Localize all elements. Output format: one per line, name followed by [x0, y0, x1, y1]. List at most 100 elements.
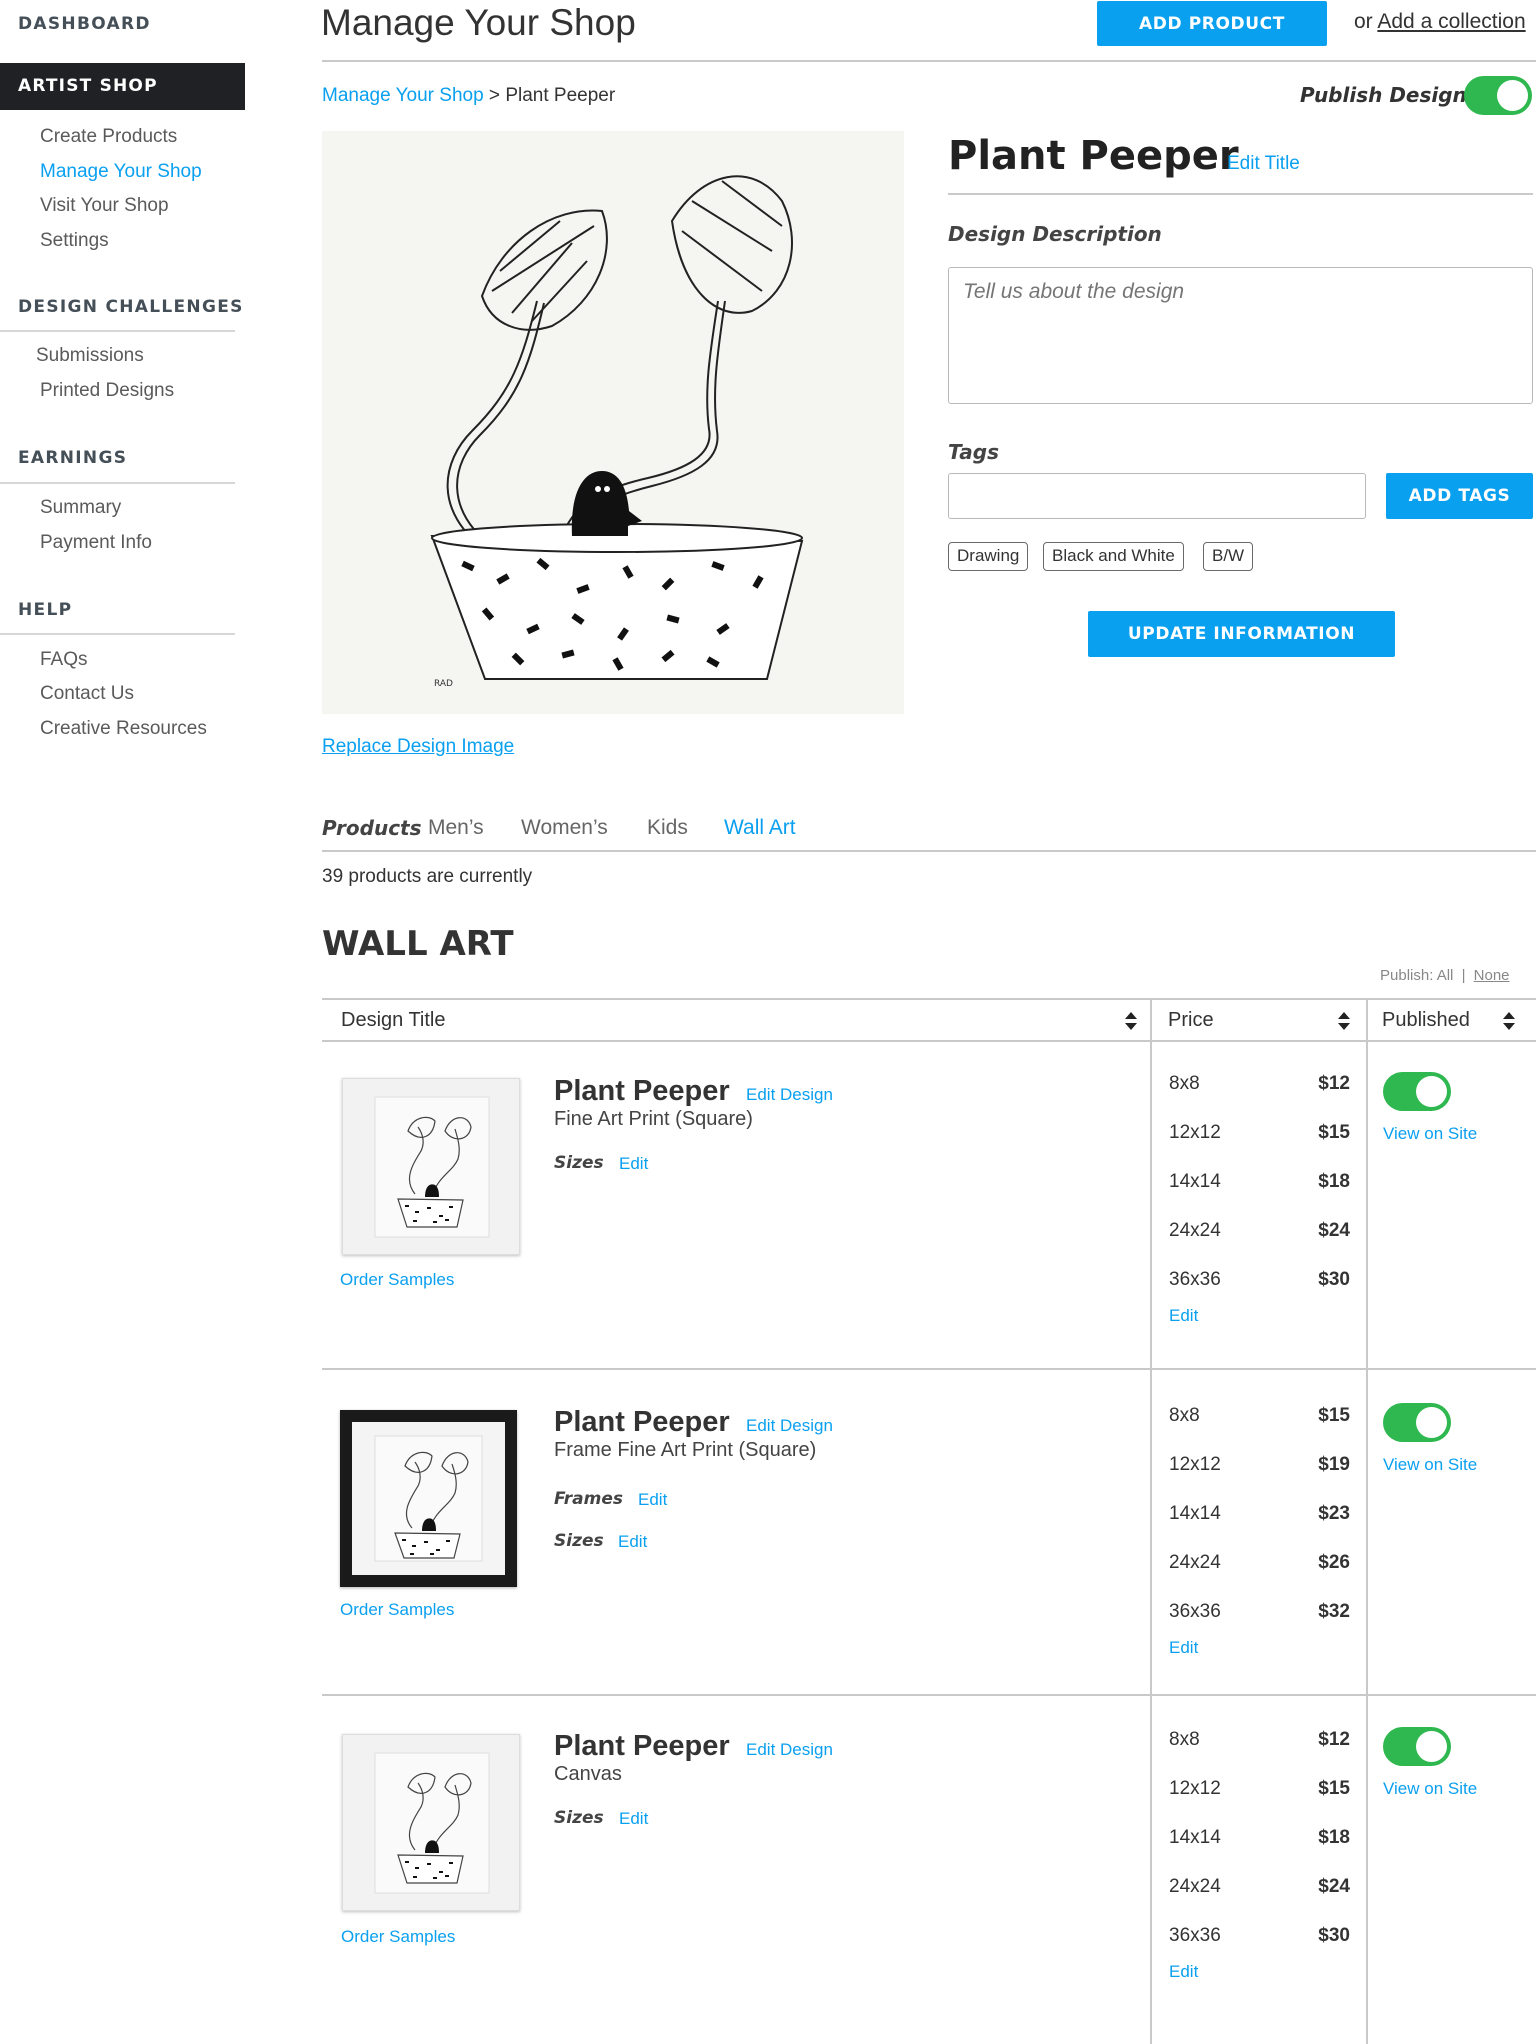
size-label: 8x8 [1169, 1405, 1200, 1426]
option-label-sizes: Sizes [554, 1153, 604, 1173]
published-toggle[interactable] [1383, 1727, 1451, 1766]
publish-all-none: Publish: All | None [1380, 967, 1510, 984]
product-name: Plant Peeper [554, 1075, 730, 1107]
price-value: $19 [1318, 1454, 1350, 1475]
published-toggle[interactable] [1383, 1403, 1451, 1442]
sidebar-item-contact-us[interactable]: Contact Us [40, 683, 134, 705]
publish-all-link[interactable]: All [1437, 967, 1454, 984]
sort-icon[interactable] [1337, 1010, 1351, 1032]
sidebar-heading-design-challenges: DESIGN CHALLENGES [18, 297, 244, 317]
option-label-frames: Frames [554, 1489, 623, 1509]
tab-womens[interactable]: Women’s [521, 816, 608, 840]
tab-wall-art[interactable]: Wall Art [724, 816, 796, 840]
table-top-border [322, 998, 1536, 1000]
price-value: $15 [1318, 1778, 1350, 1799]
edit-title-link[interactable]: Edit Title [1227, 153, 1300, 175]
price-value: $32 [1318, 1601, 1350, 1622]
sidebar-item-creative-resources[interactable]: Creative Resources [40, 718, 207, 740]
publish-none-link[interactable]: None [1474, 967, 1510, 984]
tags-label: Tags [948, 440, 999, 464]
sidebar-item-printed-designs[interactable]: Printed Designs [40, 380, 174, 402]
sidebar-item-payment-info[interactable]: Payment Info [40, 532, 152, 554]
breadcrumb-current: Plant Peeper [505, 85, 616, 106]
sidebar-artist-shop[interactable]: ARTIST SHOP [0, 63, 245, 110]
design-description-label: Design Description [948, 222, 1162, 246]
sidebar-item-faqs[interactable]: FAQs [40, 649, 88, 671]
size-label: 24x24 [1169, 1552, 1221, 1573]
price-value: $15 [1318, 1405, 1350, 1426]
products-label: Products [322, 816, 422, 840]
add-collection-link[interactable]: Add a collection [1377, 10, 1525, 33]
size-label: 14x14 [1169, 1171, 1221, 1192]
size-label: 12x12 [1169, 1778, 1221, 1799]
price-value: $18 [1318, 1171, 1350, 1192]
tags-input[interactable] [948, 473, 1366, 519]
column-header-price[interactable]: Price [1168, 1009, 1214, 1032]
edit-frames-link[interactable]: Edit [638, 1490, 667, 1510]
option-label-sizes: Sizes [554, 1808, 604, 1828]
edit-design-link[interactable]: Edit Design [746, 1740, 833, 1760]
design-title: Plant Peeper [948, 133, 1239, 179]
tabs-divider [322, 850, 1536, 852]
price-value: $12 [1318, 1729, 1350, 1750]
price-value: $23 [1318, 1503, 1350, 1524]
edit-design-link[interactable]: Edit Design [746, 1085, 833, 1105]
tag-chip[interactable]: B/W [1203, 542, 1254, 571]
edit-sizes-link[interactable]: Edit [619, 1809, 648, 1829]
edit-prices-link[interactable]: Edit [1169, 1638, 1198, 1658]
sidebar-item-visit-your-shop[interactable]: Visit Your Shop [40, 195, 169, 217]
product-thumbnail[interactable] [342, 1734, 520, 1911]
published-toggle[interactable] [1383, 1072, 1451, 1111]
size-label: 24x24 [1169, 1876, 1221, 1897]
price-value: $12 [1318, 1073, 1350, 1094]
tag-chip[interactable]: Drawing [948, 542, 1029, 571]
replace-design-image-link[interactable]: Replace Design Image [322, 736, 514, 758]
order-samples-link[interactable]: Order Samples [340, 1600, 454, 1620]
tab-mens[interactable]: Men’s [428, 816, 484, 840]
dashboard-link[interactable]: DASHBOARD [18, 14, 151, 34]
update-information-button[interactable]: UPDATE INFORMATION [1088, 611, 1395, 657]
product-thumbnail[interactable] [342, 1078, 520, 1255]
header-divider [322, 60, 1536, 62]
publish-design-label: Publish Design [1300, 83, 1467, 107]
add-tags-button[interactable]: ADD TAGS [1386, 473, 1533, 519]
edit-sizes-link[interactable]: Edit [619, 1154, 648, 1174]
page-title: Manage Your Shop [321, 2, 636, 43]
sidebar-item-manage-your-shop[interactable]: Manage Your Shop [40, 161, 202, 183]
plant-artwork: RAD [430, 175, 804, 689]
tag-chip[interactable]: Black and White [1043, 542, 1184, 571]
add-product-button[interactable]: ADD PRODUCT [1097, 1, 1327, 46]
edit-design-link[interactable]: Edit Design [746, 1416, 833, 1436]
sort-icon[interactable] [1124, 1010, 1138, 1032]
column-header-published[interactable]: Published [1382, 1009, 1470, 1032]
sidebar-item-summary[interactable]: Summary [40, 497, 121, 519]
view-on-site-link[interactable]: View on Site [1383, 1124, 1477, 1144]
view-on-site-link[interactable]: View on Site [1383, 1779, 1477, 1799]
view-on-site-link[interactable]: View on Site [1383, 1455, 1477, 1475]
breadcrumb-manage-shop[interactable]: Manage Your Shop [322, 85, 484, 106]
sidebar-item-create-products[interactable]: Create Products [40, 126, 177, 148]
column-header-design-title[interactable]: Design Title [341, 1009, 446, 1032]
product-type: Fine Art Print (Square) [554, 1108, 753, 1130]
order-samples-link[interactable]: Order Samples [340, 1270, 454, 1290]
price-value: $30 [1318, 1269, 1350, 1290]
table-column-divider [1366, 998, 1368, 2044]
sort-icon[interactable] [1502, 1010, 1516, 1032]
design-description-input[interactable] [948, 267, 1533, 404]
publish-design-toggle[interactable] [1464, 76, 1532, 115]
sidebar-divider [0, 633, 235, 635]
publish-label: Publish: [1380, 967, 1434, 984]
order-samples-link[interactable]: Order Samples [341, 1927, 455, 1947]
tab-kids[interactable]: Kids [647, 816, 688, 840]
edit-sizes-link[interactable]: Edit [618, 1532, 647, 1552]
plant-thumbnail-icon [374, 1096, 490, 1238]
size-label: 8x8 [1169, 1729, 1200, 1750]
edit-prices-link[interactable]: Edit [1169, 1962, 1198, 1982]
size-label: 36x36 [1169, 1925, 1221, 1946]
price-value: $15 [1318, 1122, 1350, 1143]
sidebar-item-settings[interactable]: Settings [40, 230, 109, 252]
or-text: or [1354, 10, 1373, 33]
sidebar-item-submissions[interactable]: Submissions [36, 345, 144, 367]
product-thumbnail[interactable] [340, 1410, 517, 1587]
edit-prices-link[interactable]: Edit [1169, 1306, 1198, 1326]
